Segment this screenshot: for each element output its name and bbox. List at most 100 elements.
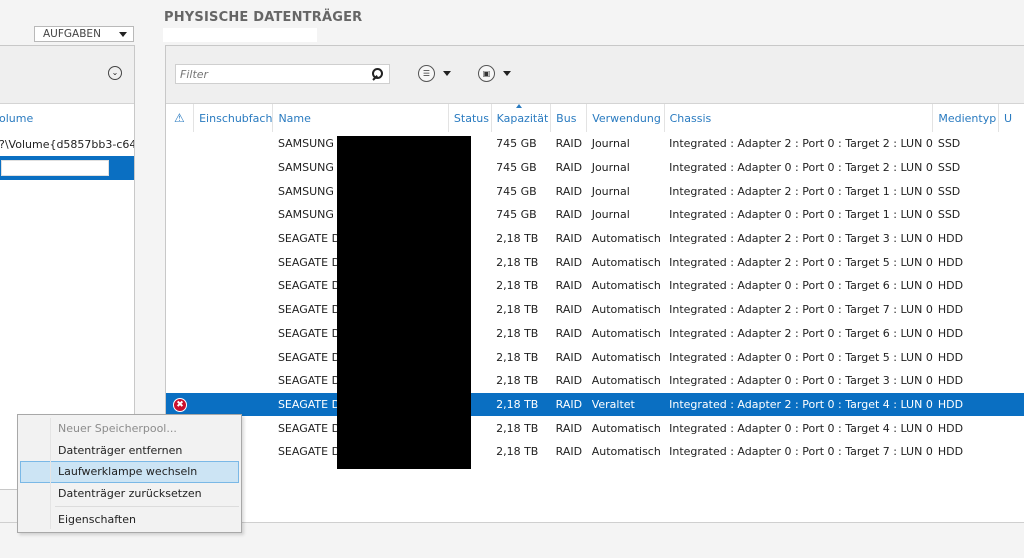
- cell-chassis: Integrated : Adapter 2 : Port 0 : Target…: [669, 303, 933, 317]
- column-header-status[interactable]: Status: [447, 104, 492, 132]
- cell-warning: [166, 156, 194, 180]
- cell-chassis: Integrated : Adapter 2 : Port 0 : Target…: [664, 392, 933, 417]
- list-options-icon: ☰: [418, 65, 435, 82]
- tasks-dropdown[interactable]: AUFGABEN: [34, 26, 134, 42]
- cell-chassis: Integrated : Adapter 0 : Port 0 : Target…: [669, 208, 933, 222]
- column-header-bay[interactable]: Einschubfach: [193, 104, 273, 132]
- cell-usage: Automatisch: [591, 279, 661, 293]
- view-options-button[interactable]: ☰: [418, 65, 451, 82]
- menu-item[interactable]: Datenträger zurücksetzen: [20, 483, 239, 505]
- cell-chassis: Integrated : Adapter 2 : Port 0 : Target…: [669, 326, 933, 340]
- cell-warning: ✖: [166, 392, 194, 417]
- cell-capacity: 2,18 TB: [496, 445, 539, 459]
- cell-media: SSD: [937, 208, 961, 222]
- save-icon: ▣: [478, 65, 495, 82]
- cell-capacity: 2,18 TB: [496, 326, 539, 340]
- cell-bus: RAID: [555, 326, 583, 340]
- cell-usage: Journal: [591, 184, 630, 198]
- cell-bay: [194, 322, 273, 346]
- table-row[interactable]: SEAGATE D 2,18 TB RAID Automatisch Integrate…: [166, 416, 1024, 440]
- cell-extra: [998, 416, 1024, 440]
- cell-bay: [194, 203, 273, 227]
- table-row[interactable]: SAMSUNG 745 GB RAID Journal Integrated : Ada…: [166, 132, 1024, 156]
- table-row[interactable]: SEAGATE D 2,18 TB RAID Automatisch Integrate…: [166, 440, 1024, 464]
- dropdown-arrow-icon: [503, 71, 511, 76]
- cell-capacity: 745 GB: [496, 208, 537, 222]
- column-header-warning[interactable]: ⚠: [166, 104, 194, 132]
- cell-warning: [166, 179, 194, 203]
- menu-item[interactable]: Eigenschaften: [20, 509, 239, 531]
- cell-bay: [194, 345, 273, 369]
- search-icon[interactable]: [371, 68, 383, 80]
- cell-capacity: 2,18 TB: [496, 350, 539, 364]
- column-header-name[interactable]: Name: [272, 104, 449, 132]
- column-header-bus[interactable]: Bus: [550, 104, 587, 132]
- disks-toolbar: ☰ ▣: [166, 46, 1024, 104]
- cell-bus: RAID: [555, 421, 583, 435]
- cell-extra: [998, 440, 1024, 464]
- physical-disks-panel: ☰ ▣ ⚠ Einschubfach Name Status Kapazität…: [165, 45, 1024, 523]
- cell-bus: RAID: [555, 374, 583, 388]
- cell-extra: [998, 203, 1024, 227]
- page-title: PHYSISCHE DATENTRÄGER: [164, 10, 363, 25]
- menu-item[interactable]: Laufwerklampe wechseln: [20, 461, 239, 483]
- rename-field[interactable]: [1, 160, 109, 176]
- cell-media: HDD: [937, 421, 964, 435]
- cell-usage: Journal: [591, 161, 630, 175]
- sort-ascending-icon: [515, 104, 522, 108]
- cell-media: HDD: [937, 350, 964, 364]
- cell-bus: RAID: [555, 208, 583, 222]
- table-row[interactable]: SEAGATE D 2,18 TB RAID Automatisch Integrate…: [166, 369, 1024, 393]
- cell-chassis: Integrated : Adapter 0 : Port 0 : Target…: [669, 279, 933, 293]
- cell-capacity: 2,18 TB: [496, 255, 539, 269]
- dropdown-arrow-icon: [119, 31, 127, 37]
- cell-capacity: 745 GB: [496, 184, 537, 198]
- column-header-capacity[interactable]: Kapazität: [490, 104, 551, 132]
- menu-item[interactable]: Datenträger entfernen: [20, 440, 239, 462]
- cell-bay: [194, 250, 273, 274]
- cell-warning: [166, 274, 194, 298]
- table-row[interactable]: SAMSUNG 745 GB RAID Journal Integrated : Ada…: [166, 179, 1024, 203]
- table-row[interactable]: SEAGATE D 2,18 TB RAID Automatisch Integrate…: [166, 227, 1024, 251]
- cell-capacity: 2,18 TB: [496, 374, 539, 388]
- cell-usage: Automatisch: [591, 303, 661, 317]
- table-row[interactable]: SAMSUNG 745 GB RAID Journal Integrated : Ada…: [166, 203, 1024, 227]
- cell-bay: [194, 369, 273, 393]
- column-header-usage[interactable]: Verwendung: [586, 104, 665, 132]
- table-row[interactable]: SAMSUNG 745 GB RAID Journal Integrated : Ada…: [166, 156, 1024, 180]
- table-row[interactable]: SEAGATE D 2,18 TB RAID Automatisch Integrate…: [166, 250, 1024, 274]
- cell-bus: RAID: [555, 161, 583, 175]
- cell-usage: Automatisch: [591, 326, 661, 340]
- chevron-down-icon[interactable]: ⌄: [108, 66, 122, 80]
- cell-bus: RAID: [555, 303, 583, 317]
- cell-bus: RAID: [555, 137, 583, 151]
- cell-warning: [166, 227, 194, 251]
- cell-usage: Veraltet: [586, 392, 665, 417]
- cell-usage: Automatisch: [591, 421, 661, 435]
- volume-row[interactable]: ?\Volume{d5857bb3-c648: [0, 132, 134, 156]
- filter-field[interactable]: [175, 64, 390, 84]
- table-row[interactable]: ✖ SEAGATE D 2,18 TB RAID Veraltet Integrated …: [166, 392, 1024, 417]
- table-row[interactable]: SEAGATE D 2,18 TB RAID Automatisch Integrate…: [166, 322, 1024, 346]
- cell-media: HDD: [937, 445, 964, 459]
- cell-chassis: Integrated : Adapter 0 : Port 0 : Target…: [669, 421, 933, 435]
- column-header-capacity-label: Kapazität: [496, 111, 549, 125]
- cell-extra: [998, 298, 1024, 322]
- column-header-more[interactable]: U: [997, 104, 1024, 132]
- column-header-chassis[interactable]: Chassis: [663, 104, 933, 132]
- column-header-media-type[interactable]: Medientyp: [932, 104, 999, 132]
- cell-bay: [194, 298, 273, 322]
- volume-row-selected[interactable]: [0, 156, 134, 180]
- volumes-column-header[interactable]: olume: [0, 104, 134, 132]
- menu-icon-gutter: [20, 418, 51, 529]
- table-row[interactable]: SEAGATE D 2,18 TB RAID Automatisch Integrate…: [166, 274, 1024, 298]
- table-row[interactable]: SEAGATE D 2,18 TB RAID Automatisch Integrate…: [166, 298, 1024, 322]
- cell-bay: [194, 274, 273, 298]
- cell-bus: RAID: [555, 232, 583, 246]
- cell-chassis: Integrated : Adapter 0 : Port 0 : Target…: [669, 350, 933, 364]
- cell-warning: [166, 250, 194, 274]
- menu-item: Neuer Speicherpool...: [58, 422, 177, 436]
- table-row[interactable]: SEAGATE D 2,18 TB RAID Automatisch Integrate…: [166, 345, 1024, 369]
- filter-input[interactable]: [180, 67, 350, 81]
- save-query-button[interactable]: ▣: [478, 65, 511, 82]
